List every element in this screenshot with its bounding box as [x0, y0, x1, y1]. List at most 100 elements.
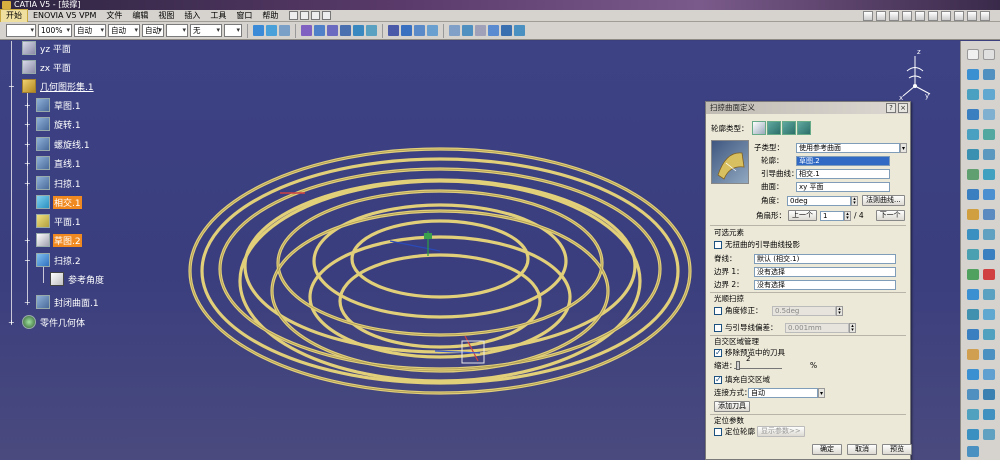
- undo-icon[interactable]: [902, 10, 912, 21]
- sketcher-icon[interactable]: [253, 25, 264, 36]
- offset-icon[interactable]: [967, 169, 979, 180]
- shading-icon[interactable]: [414, 25, 425, 36]
- chevron-down-icon[interactable]: ▾: [900, 142, 907, 153]
- expand-toggle[interactable]: +: [8, 319, 15, 327]
- guide-curve-field[interactable]: 相交.1: [796, 168, 890, 179]
- line-thickness-combo[interactable]: 自动: [74, 24, 106, 37]
- extrapolate-icon[interactable]: [967, 329, 979, 340]
- project-guide-checkbox[interactable]: [714, 240, 722, 249]
- translate-icon[interactable]: [967, 289, 979, 300]
- copy-icon[interactable]: [876, 10, 886, 21]
- helix-icon[interactable]: [967, 129, 979, 140]
- select-trap-icon[interactable]: [983, 49, 995, 60]
- sector-index-field[interactable]: 1: [820, 210, 844, 221]
- plane-icon[interactable]: [967, 89, 979, 100]
- curvature-icon[interactable]: [983, 409, 995, 420]
- rib-icon[interactable]: [366, 25, 377, 36]
- menu-edit[interactable]: 编辑: [127, 10, 153, 22]
- menu-file[interactable]: 文件: [101, 10, 127, 22]
- tree-node-reference-angle[interactable]: 参考角度: [50, 272, 105, 286]
- fillet-icon[interactable]: [983, 269, 995, 280]
- tree-node-sweep-2[interactable]: 扫掠.2: [36, 253, 82, 267]
- boundary-icon[interactable]: [983, 249, 995, 260]
- join-icon[interactable]: [983, 209, 995, 220]
- redo-icon[interactable]: [915, 10, 925, 21]
- axis-system-icon[interactable]: [266, 25, 277, 36]
- cancel-button[interactable]: 取消: [847, 444, 877, 455]
- macro-icon[interactable]: [941, 10, 951, 21]
- show-parameters-button[interactable]: 显示参数>>: [757, 426, 805, 437]
- expand-toggle[interactable]: +: [24, 160, 31, 168]
- tree-node-intersect-1[interactable]: 相交.1: [36, 195, 82, 209]
- add-tool-button[interactable]: 添加刀具: [714, 401, 750, 412]
- angle-correction-checkbox[interactable]: [714, 306, 722, 315]
- repetition-icon[interactable]: [967, 369, 979, 380]
- subtype-select[interactable]: 使用参考曲面: [796, 142, 900, 153]
- front-view-icon[interactable]: [401, 25, 412, 36]
- blend-icon[interactable]: [967, 209, 979, 220]
- boundary-1-field[interactable]: 没有选择: [754, 266, 896, 277]
- save-icon[interactable]: [311, 11, 321, 20]
- circle-icon[interactable]: [967, 109, 979, 120]
- whats-this-icon[interactable]: [928, 10, 938, 21]
- render-style-combo[interactable]: [166, 24, 188, 37]
- expand-toggle[interactable]: +: [24, 102, 31, 110]
- planes-between-icon[interactable]: [983, 369, 995, 380]
- zoom-icon[interactable]: [488, 25, 499, 36]
- menu-window[interactable]: 窗口: [231, 10, 257, 22]
- healing-icon[interactable]: [967, 229, 979, 240]
- tree-node-part-body[interactable]: 零件几何体: [22, 315, 86, 329]
- spline-icon[interactable]: [983, 109, 995, 120]
- torus-wireframe-geometry[interactable]: [180, 141, 700, 411]
- circle-profile-icon[interactable]: [781, 121, 796, 135]
- compass-icon[interactable]: z y x: [895, 46, 935, 101]
- position-profile-checkbox[interactable]: [714, 427, 722, 436]
- law-icon[interactable]: [967, 349, 979, 360]
- invert-icon[interactable]: [983, 329, 995, 340]
- point-icon[interactable]: [967, 69, 979, 80]
- inertia-icon[interactable]: [462, 25, 473, 36]
- apply-material-icon[interactable]: [967, 429, 979, 440]
- expand-toggle[interactable]: +: [24, 141, 31, 149]
- color-combo[interactable]: [6, 24, 36, 37]
- hole-icon[interactable]: [353, 25, 364, 36]
- print-icon[interactable]: [322, 11, 332, 20]
- revolve-icon[interactable]: [967, 149, 979, 160]
- isometric-view-icon[interactable]: [388, 25, 399, 36]
- edges-icon[interactable]: [427, 25, 438, 36]
- tree-node-sweep-1[interactable]: 扫掠.1: [36, 176, 82, 190]
- pad-icon[interactable]: [301, 25, 312, 36]
- tree-node-zx-plane[interactable]: zx 平面: [22, 60, 72, 74]
- tree-expand-icon[interactable]: [475, 25, 486, 36]
- rotate-icon[interactable]: [983, 289, 995, 300]
- menu-insert[interactable]: 插入: [179, 10, 205, 22]
- setback-slider[interactable]: 2: [734, 355, 782, 371]
- format-painter-combo[interactable]: [224, 24, 242, 37]
- close-icon[interactable]: ×: [898, 103, 908, 113]
- connect-checker-icon[interactable]: [983, 389, 995, 400]
- pocket-icon[interactable]: [314, 25, 325, 36]
- measure-icon[interactable]: [449, 25, 460, 36]
- axis-system-icon[interactable]: [983, 349, 995, 360]
- tree-node-plane-1[interactable]: 平面.1: [36, 214, 82, 228]
- preview-button[interactable]: 预览: [882, 444, 912, 455]
- menu-view[interactable]: 视图: [153, 10, 179, 22]
- ok-button[interactable]: 确定: [812, 444, 842, 455]
- line-profile-icon[interactable]: [766, 121, 781, 135]
- extract-icon[interactable]: [967, 269, 979, 280]
- fill-icon[interactable]: [967, 189, 979, 200]
- tree-node-sketch-2[interactable]: 草图.2: [36, 233, 82, 247]
- scaling-icon[interactable]: [983, 309, 995, 320]
- groove-icon[interactable]: [340, 25, 351, 36]
- explicit-profile-icon[interactable]: [751, 121, 766, 135]
- expand-toggle[interactable]: +: [24, 180, 31, 188]
- sector-spinner[interactable]: ▴ ▾: [844, 210, 851, 221]
- analysis-icon[interactable]: [967, 389, 979, 400]
- tree-node-yz-plane[interactable]: yz 平面: [22, 41, 72, 55]
- knowledge-icon[interactable]: [983, 429, 995, 440]
- loft-icon[interactable]: [983, 189, 995, 200]
- select-arrow-icon[interactable]: [967, 49, 979, 60]
- conic-profile-icon[interactable]: [796, 121, 811, 135]
- tree-node-close-surface-1[interactable]: 封闭曲面.1: [36, 295, 100, 309]
- deviation-spinner[interactable]: ▴ ▾: [849, 322, 856, 333]
